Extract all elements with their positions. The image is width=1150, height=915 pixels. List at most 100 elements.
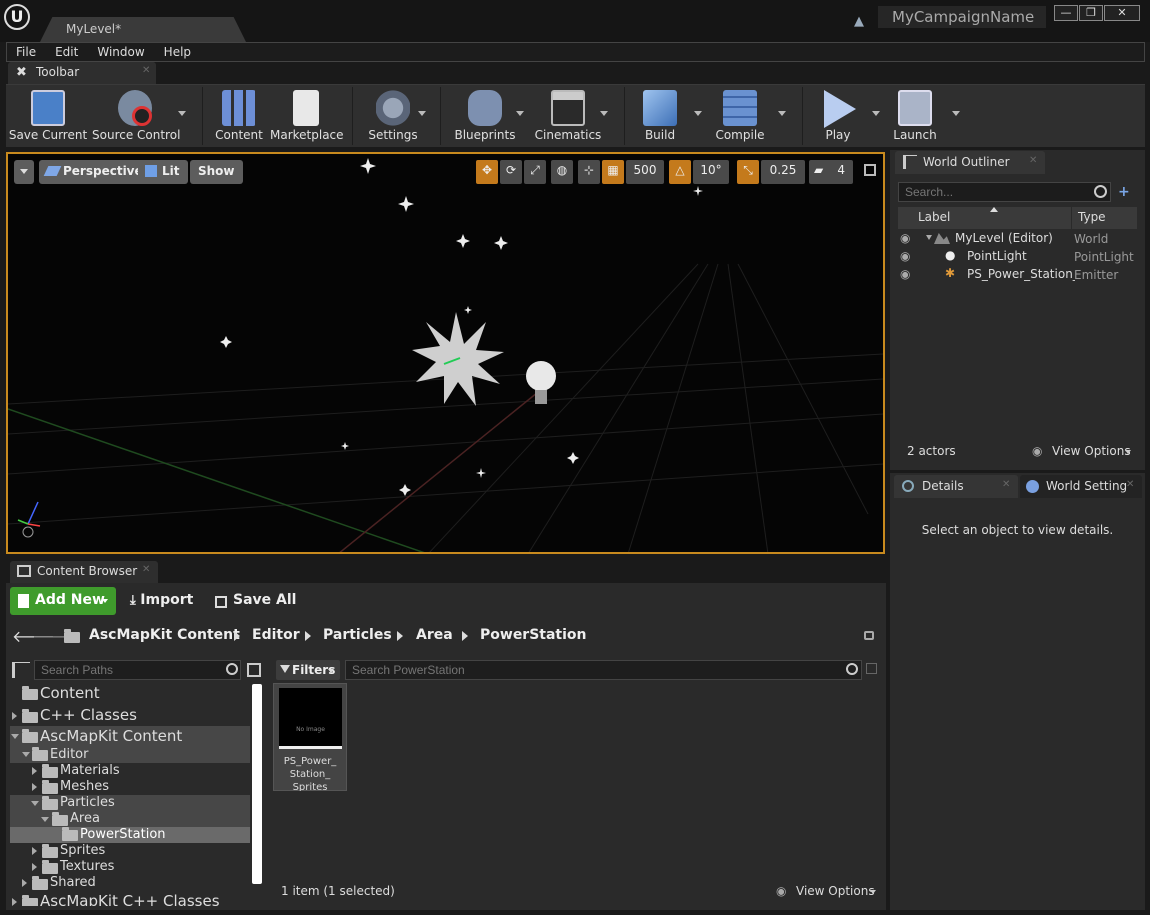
type-column-header[interactable]: Type <box>1078 210 1106 224</box>
import-button[interactable]: ⤓ Import <box>130 592 193 608</box>
scale-snap-toggle[interactable]: ⤡ <box>737 160 759 184</box>
minimize-button[interactable]: — <box>1054 5 1078 21</box>
path-view-options-icon[interactable] <box>247 663 261 677</box>
toolbar-tab[interactable]: ✖ Toolbar ✕ <box>8 62 156 84</box>
expand-arrow-icon[interactable] <box>32 767 37 775</box>
expand-arrow-icon[interactable] <box>12 898 17 906</box>
rotation-snap-value[interactable]: 10° <box>693 160 729 184</box>
tree-item-particles[interactable]: Particles <box>10 795 250 811</box>
content-browser-tab[interactable]: Content Browser ✕ <box>10 561 158 583</box>
outliner-row-pointlight[interactable]: ◉ ● PointLight PointLight <box>898 248 1137 266</box>
expand-arrow-icon[interactable] <box>926 235 932 240</box>
label-column-header[interactable]: Label <box>918 210 950 224</box>
close-tab-icon[interactable]: ✕ <box>1126 479 1134 490</box>
collapse-arrow-icon[interactable] <box>31 801 39 806</box>
tree-item-ascmapkit-cpp[interactable]: AscMapKit C++ Classes <box>10 892 250 906</box>
outliner-search-input[interactable] <box>898 182 1111 202</box>
world-space-button[interactable]: ◍ <box>551 160 573 184</box>
outliner-view-options[interactable]: View Options <box>1052 444 1131 458</box>
perspective-button[interactable]: Perspective <box>39 160 151 184</box>
level-viewport[interactable]: Perspective Lit Show ✥ ⟳ ⤢ ◍ ⊹ ▦ 500 △ 1… <box>6 152 885 554</box>
filters-button[interactable]: Filters <box>276 660 340 680</box>
expand-arrow-icon[interactable] <box>22 879 27 887</box>
breadcrumb-particles[interactable]: Particles <box>323 627 392 643</box>
tree-item-sprites[interactable]: Sprites <box>10 843 250 859</box>
expand-arrow-icon[interactable] <box>12 712 17 720</box>
expand-arrow-icon[interactable] <box>32 783 37 791</box>
rotation-snap-toggle[interactable]: △ <box>669 160 691 184</box>
save-current-button[interactable]: Save Current <box>8 85 88 147</box>
translate-tool-button[interactable]: ✥ <box>476 160 498 184</box>
viewport-options-button[interactable] <box>14 160 34 184</box>
maximize-viewport-button[interactable] <box>864 164 876 176</box>
search-paths-input[interactable] <box>34 660 241 680</box>
expand-arrow-icon[interactable] <box>32 863 37 871</box>
collapse-arrow-icon[interactable] <box>11 734 19 739</box>
menu-edit[interactable]: Edit <box>46 43 88 59</box>
outliner-row-world[interactable]: ◉ MyLevel (Editor) World <box>898 230 1137 248</box>
tree-item-ascmapkit-content[interactable]: AscMapKit Content <box>10 726 250 746</box>
tree-item-content[interactable]: Content <box>10 684 250 704</box>
world-outliner-tab[interactable]: World Outliner ✕ <box>895 151 1045 174</box>
compile-button[interactable]: Compile <box>712 85 768 147</box>
grid-snap-value[interactable]: 500 <box>626 160 664 184</box>
content-button[interactable]: Content <box>212 85 266 147</box>
scale-snap-value[interactable]: 0.25 <box>761 160 805 184</box>
breadcrumb-powerstation[interactable]: PowerStation <box>480 627 587 643</box>
tree-scrollbar[interactable] <box>252 684 262 884</box>
outliner-row-emitter[interactable]: ◉ ✱ PS_Power_Station_S Emitter <box>898 266 1137 284</box>
breadcrumb-ascmapkit[interactable]: AscMapKit Content <box>89 627 240 643</box>
menu-file[interactable]: File <box>7 43 46 59</box>
world-settings-tab[interactable]: World Setting ✕ <box>1020 475 1142 498</box>
tree-item-editor[interactable]: Editor <box>10 746 250 763</box>
document-tab[interactable]: MyLevel* <box>40 17 246 42</box>
settings-button[interactable]: Settings <box>362 85 424 147</box>
visibility-eye-icon[interactable]: ◉ <box>900 267 910 281</box>
cinematics-button[interactable]: Cinematics <box>534 85 602 147</box>
breadcrumb-separator-icon[interactable] <box>234 631 240 641</box>
add-actor-icon[interactable]: + <box>1118 184 1130 200</box>
collapse-arrow-icon[interactable] <box>22 752 30 757</box>
lock-icon[interactable] <box>864 631 874 640</box>
show-button[interactable]: Show <box>190 160 243 184</box>
source-control-button[interactable]: Source Control <box>92 85 180 147</box>
build-button[interactable]: Build <box>636 85 684 147</box>
close-tab-icon[interactable]: ✕ <box>142 65 150 76</box>
save-all-button[interactable]: Save All <box>215 592 296 608</box>
sources-toggle-icon[interactable] <box>12 662 30 678</box>
tree-item-area[interactable]: Area <box>10 811 250 827</box>
tree-item-shared[interactable]: Shared <box>10 875 250 891</box>
tree-item-materials[interactable]: Materials <box>10 763 250 779</box>
camera-speed-button[interactable]: ▰ 4 <box>809 160 853 184</box>
expand-arrow-icon[interactable] <box>32 847 37 855</box>
tree-item-textures[interactable]: Textures <box>10 859 250 875</box>
menu-help[interactable]: Help <box>155 43 201 59</box>
close-button[interactable]: ✕ <box>1104 5 1140 21</box>
tree-item-cpp-classes[interactable]: C++ Classes <box>10 706 250 726</box>
details-tab[interactable]: Details ✕ <box>894 475 1018 498</box>
asset-search-input[interactable] <box>345 660 862 680</box>
visibility-eye-icon[interactable]: ◉ <box>900 231 910 245</box>
breadcrumb-area[interactable]: Area <box>416 627 453 643</box>
close-tab-icon[interactable]: ✕ <box>142 564 150 575</box>
marketplace-button[interactable]: Marketplace <box>270 85 344 147</box>
collapse-arrow-icon[interactable] <box>41 817 49 822</box>
launch-button[interactable]: Launch <box>890 85 940 147</box>
play-button[interactable]: Play <box>814 85 862 147</box>
scale-tool-button[interactable]: ⤢ <box>524 160 546 184</box>
save-search-icon[interactable] <box>866 663 877 674</box>
rotate-tool-button[interactable]: ⟳ <box>500 160 522 184</box>
breadcrumb-separator-icon[interactable] <box>305 631 311 641</box>
blueprints-button[interactable]: Blueprints <box>452 85 518 147</box>
graduation-cap-icon[interactable]: ▲ <box>854 14 870 29</box>
content-view-options[interactable]: View Options <box>796 884 875 898</box>
breadcrumb-separator-icon[interactable] <box>397 631 403 641</box>
add-new-button[interactable]: Add New <box>10 587 116 615</box>
lit-button[interactable]: Lit <box>138 160 188 184</box>
tree-item-meshes[interactable]: Meshes <box>10 779 250 795</box>
visibility-eye-icon[interactable]: ◉ <box>900 249 910 263</box>
menu-window[interactable]: Window <box>88 43 154 59</box>
close-tab-icon[interactable]: ✕ <box>1029 155 1037 166</box>
grid-snap-toggle[interactable]: ▦ <box>602 160 624 184</box>
breadcrumb-separator-icon[interactable] <box>462 631 468 641</box>
